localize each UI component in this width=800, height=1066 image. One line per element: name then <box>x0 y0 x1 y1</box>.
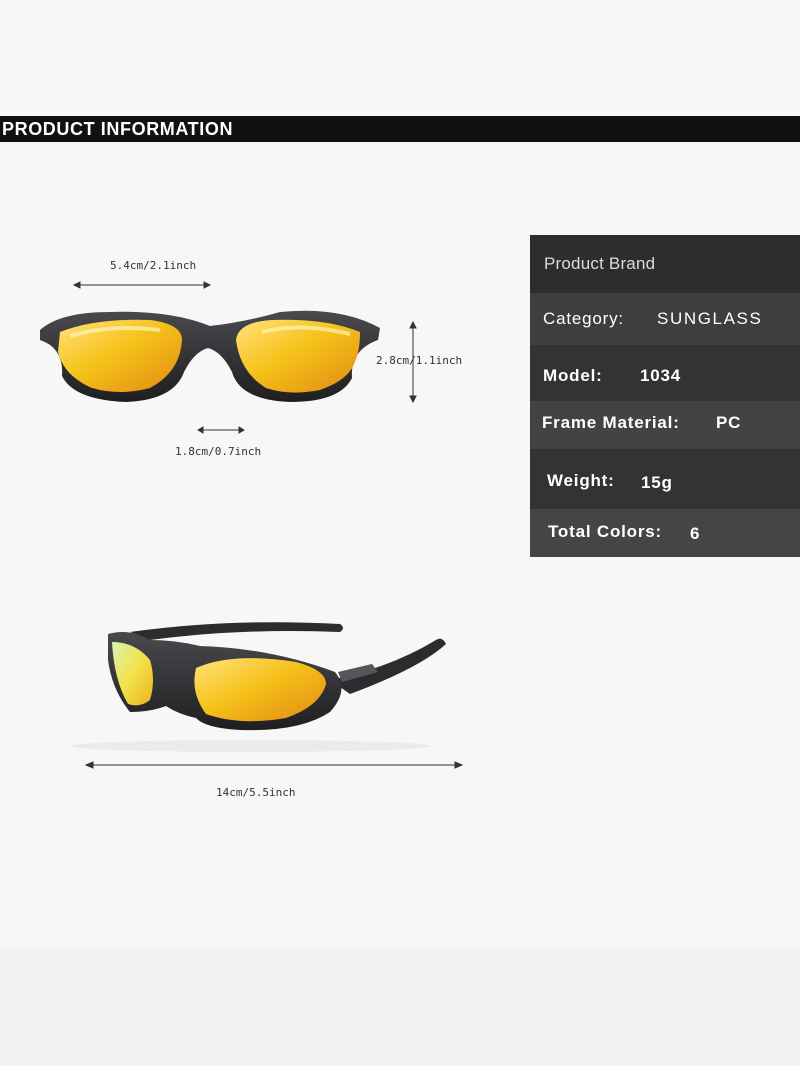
model-value: 1034 <box>640 366 682 385</box>
lens-width-label: 5.4cm/2.1inch <box>110 259 197 272</box>
temple-length-label: 14cm/5.5inch <box>216 786 296 799</box>
brand-label: Product Brand <box>544 254 656 273</box>
sunglasses-front-view <box>40 310 380 402</box>
category-value: SUNGLASS <box>657 309 763 328</box>
temple-length-arrow <box>84 761 464 769</box>
spec-row-frame-material: Frame Material: PC <box>530 401 800 449</box>
spec-row-brand: Product Brand <box>530 235 800 293</box>
category-label: Category: <box>543 309 624 328</box>
total-colors-value: 6 <box>690 524 701 543</box>
bridge-width-label: 1.8cm/0.7inch <box>175 445 262 458</box>
spec-row-total-colors: Total Colors: 6 <box>530 509 800 557</box>
bottom-background-strip <box>0 948 800 1066</box>
lens-width-arrow <box>72 281 212 289</box>
side-temple-right <box>330 638 446 694</box>
sunglasses-side-view <box>108 622 446 731</box>
spec-row-weight: Weight: 15g <box>530 449 800 509</box>
weight-value: 15g <box>641 473 673 492</box>
weight-label: Weight: <box>547 471 615 490</box>
frame-material-label: Frame Material: <box>542 413 680 432</box>
spec-row-category: Category: SUNGLASS <box>530 293 800 345</box>
spec-row-model: Model: 1034 <box>530 345 800 401</box>
model-label: Model: <box>543 366 603 385</box>
bridge-width-arrow <box>197 426 245 434</box>
spec-panel: Product Brand Category: SUNGLASS Model: … <box>530 235 800 557</box>
frame-material-value: PC <box>716 413 742 432</box>
total-colors-label: Total Colors: <box>548 522 662 541</box>
lens-height-label: 2.8cm/1.1inch <box>376 354 463 367</box>
side-temple-arm <box>130 622 343 640</box>
